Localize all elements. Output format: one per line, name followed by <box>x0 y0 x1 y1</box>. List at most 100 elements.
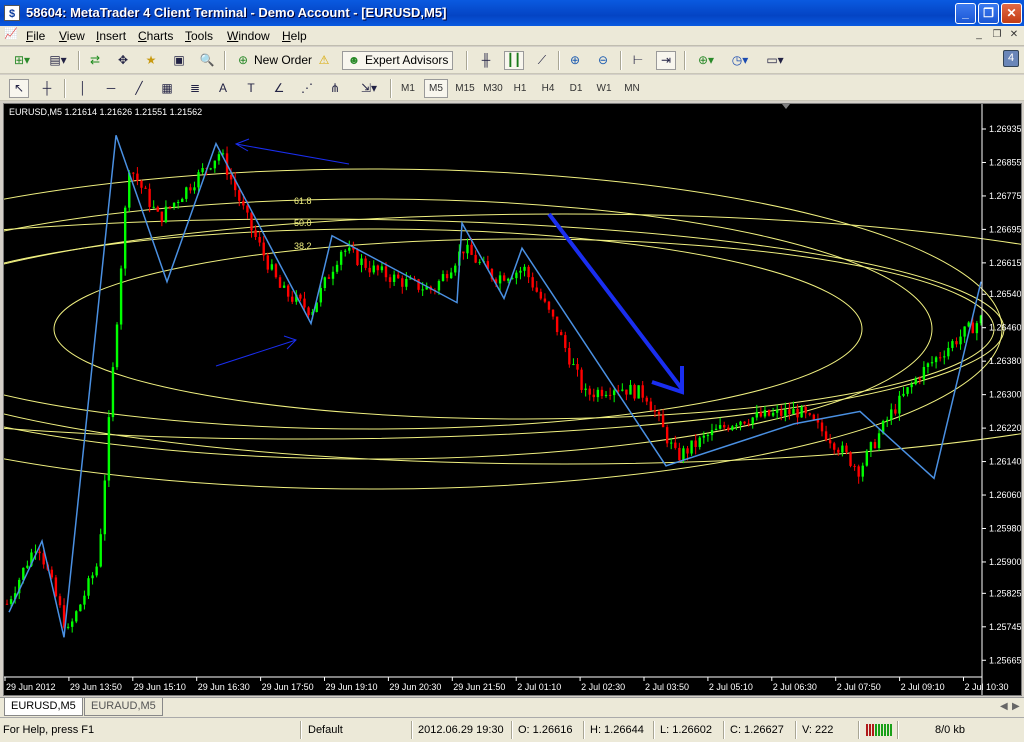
new-order-button[interactable]: ⊕ New Order <box>231 51 317 70</box>
time-tick-label: 29 Jun 15:10 <box>134 682 186 692</box>
timeframe-w1[interactable]: W1 <box>592 79 616 98</box>
candle-body <box>596 389 600 398</box>
minimize-button[interactable]: _ <box>955 3 976 24</box>
notification-badge[interactable]: 4 <box>1003 50 1019 67</box>
auto-scroll-icon[interactable]: ⇥ <box>656 51 676 70</box>
candle-body <box>323 277 327 289</box>
timeframe-h4[interactable]: H4 <box>536 79 560 98</box>
mdi-minimize-icon[interactable]: _ <box>972 29 986 42</box>
candle-body <box>111 367 115 418</box>
crosshair-icon[interactable]: ┼ <box>37 79 57 98</box>
fibonacci-fan-icon[interactable]: ⋰ <box>297 79 317 98</box>
equidistant-channel-icon[interactable]: ▦ <box>157 79 177 98</box>
periods-icon[interactable]: ◷▾ <box>726 51 754 70</box>
connection-status-icon[interactable] <box>866 724 892 736</box>
menu-help[interactable]: Help <box>282 29 307 43</box>
navigator-icon[interactable]: ★ <box>141 51 161 70</box>
market-watch-icon[interactable]: ⇄ <box>85 51 105 70</box>
gann-line-icon[interactable]: ∠ <box>269 79 289 98</box>
candle-body <box>291 296 294 302</box>
tab-scroll-right-icon[interactable]: ▶ <box>1012 701 1020 712</box>
zoom-in-icon[interactable]: ⊕ <box>565 51 585 70</box>
candle-body <box>401 278 404 287</box>
time-tick-label: 29 Jun 16:30 <box>198 682 250 692</box>
candle-body <box>242 200 245 206</box>
tab-scroll-left-icon[interactable]: ◀ <box>1000 701 1008 712</box>
chart-background <box>4 104 1021 695</box>
bar-chart-icon[interactable]: ╫ <box>476 51 496 70</box>
chart-shift-icon[interactable]: ⊢ <box>628 51 648 70</box>
data-window-icon[interactable]: ✥ <box>113 51 133 70</box>
price-tick-label: 1.26380 <box>989 356 1021 366</box>
horizontal-line-icon[interactable]: ─ <box>101 79 121 98</box>
candle-body <box>857 466 860 477</box>
candle-body <box>95 566 98 576</box>
new-chart-icon[interactable]: ⊞▾ <box>8 51 36 70</box>
timeframe-h1[interactable]: H1 <box>508 79 532 98</box>
expert-advisors-button[interactable]: ☻ Expert Advisors <box>342 51 454 70</box>
menu-window[interactable]: Window <box>227 29 270 43</box>
menu-tools[interactable]: Tools <box>185 29 213 43</box>
vertical-line-icon[interactable]: │ <box>73 79 93 98</box>
candle-body <box>710 430 714 436</box>
restore-button[interactable]: ❐ <box>978 3 999 24</box>
candle-body <box>278 277 282 288</box>
text-label-icon[interactable]: T <box>241 79 261 98</box>
price-chart[interactable]: 61.8 50.0 38.2 1.26935 1.26855 1.26775 1.26695… <box>4 104 1021 695</box>
price-tick-label: 1.25745 <box>989 622 1021 632</box>
candle-body <box>633 384 636 399</box>
time-tick-label: 2 Jul 01:10 <box>517 682 561 692</box>
candle-body <box>372 265 375 273</box>
text-icon[interactable]: A <box>213 79 233 98</box>
chart-tabs: EURUSD,M5 EURAUD,M5 ◀ ▶ <box>0 697 1024 717</box>
tab-eurusd-m5[interactable]: EURUSD,M5 <box>4 698 83 716</box>
candlesticks-icon[interactable]: ┃┃ <box>504 51 524 70</box>
timeframe-m30[interactable]: M30 <box>480 79 506 98</box>
terminal-icon[interactable]: ▣ <box>169 51 189 70</box>
mdi-close-icon[interactable]: ✕ <box>1007 29 1021 42</box>
menu-view[interactable]: View <box>59 29 85 43</box>
status-separator <box>511 721 513 739</box>
templates-icon[interactable]: ▭▾ <box>760 51 790 70</box>
menu-charts[interactable]: Charts <box>138 29 173 43</box>
timeframe-mn[interactable]: MN <box>620 79 644 98</box>
chart-window[interactable]: 61.8 50.0 38.2 1.26935 1.26855 1.26775 1.26695… <box>3 103 1022 696</box>
tab-euraud-m5[interactable]: EURAUD,M5 <box>84 698 163 716</box>
timeframe-m5[interactable]: M5 <box>424 79 448 98</box>
candle-body <box>963 326 966 337</box>
profiles-icon[interactable]: ▤▾ <box>44 51 72 70</box>
metaeditor-icon[interactable]: ⚠ <box>314 51 334 70</box>
app-logo-icon[interactable]: $ <box>4 5 20 21</box>
indicators-icon[interactable]: ⊕▾ <box>692 51 720 70</box>
candle-body <box>388 277 392 283</box>
candle-body <box>580 369 583 390</box>
andrews-pitchfork-icon[interactable]: ⋔ <box>325 79 345 98</box>
candle-body <box>690 440 693 454</box>
candle-body <box>66 626 70 628</box>
fibonacci-retracement-icon[interactable]: ≣ <box>185 79 205 98</box>
new-order-icon: ⊕ <box>237 53 249 67</box>
zoom-out-icon[interactable]: ⊖ <box>593 51 613 70</box>
menu-file[interactable]: File <box>26 29 45 43</box>
candle-body <box>547 301 551 310</box>
candle-body <box>384 266 388 278</box>
mdi-restore-icon[interactable]: ❐ <box>990 29 1004 42</box>
candle-body <box>286 285 290 297</box>
fib-level-label: 50.0 <box>294 218 312 228</box>
menu-insert[interactable]: Insert <box>96 29 126 43</box>
candle-body <box>763 409 767 417</box>
trendline-icon[interactable]: ╱ <box>129 79 149 98</box>
chart-window-icon[interactable]: 📈 <box>2 26 20 44</box>
cursor-icon[interactable]: ↖ <box>9 79 29 98</box>
timeframe-m1[interactable]: M1 <box>396 79 420 98</box>
candle-body <box>392 274 396 283</box>
arrows-icon[interactable]: ⇲▾ <box>355 79 383 98</box>
candle-body <box>152 206 155 208</box>
close-button[interactable]: ✕ <box>1001 3 1022 24</box>
line-chart-icon[interactable]: ⟋ <box>532 51 552 70</box>
candle-body <box>164 206 168 223</box>
strategy-tester-icon[interactable]: 🔍 <box>197 51 217 70</box>
timeframe-d1[interactable]: D1 <box>564 79 588 98</box>
timeframe-m15[interactable]: M15 <box>452 79 478 98</box>
time-tick-label: 2 Jul 06:30 <box>773 682 817 692</box>
